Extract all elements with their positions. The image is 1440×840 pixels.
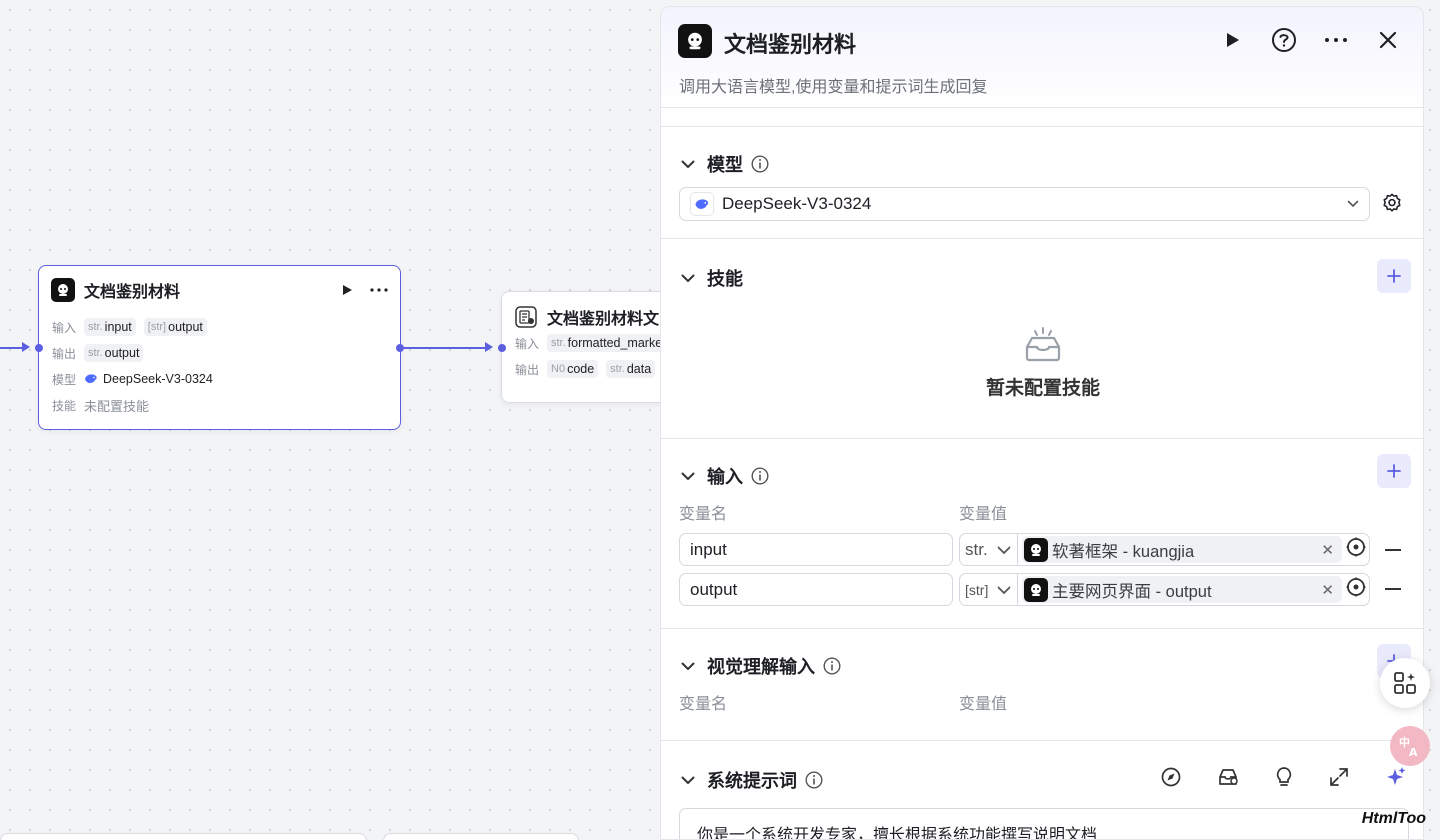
node-run-icon[interactable] (340, 283, 354, 297)
edge-incoming (0, 347, 22, 349)
node-output-chip: str. output (84, 344, 144, 362)
add-input-button[interactable] (1377, 454, 1411, 488)
model-select[interactable]: DeepSeek-V3-0324 (679, 187, 1370, 221)
code-doc-icon (514, 305, 538, 329)
gear-icon[interactable] (1381, 192, 1405, 216)
variable-value-field: str. 软著框架 - kuangjia ✕ (959, 533, 1370, 566)
vision-input-section: 视觉理解输入 (661, 629, 1423, 741)
node-outputs-row: 输出 str. output (39, 340, 400, 366)
clear-reference-icon[interactable]: ✕ (1321, 541, 1334, 559)
section-title: 输入 (707, 467, 743, 487)
node-more-icon[interactable] (370, 283, 388, 297)
robot-logo-icon (51, 278, 75, 302)
node-inputs-row: 输入 str. input [str] output (39, 314, 400, 340)
empty-inbox-icon (1023, 325, 1063, 368)
apps-float-button[interactable] (1380, 658, 1430, 708)
node-code-document[interactable]: 文档鉴别材料文 输入 str. formatted_marke 输出 N0 code… (501, 291, 681, 403)
node-inputs-row: 输入 str. formatted_marke (502, 330, 680, 356)
node-input-chip: [str] output (143, 318, 207, 336)
node-title: 文档鉴别材料文 (547, 311, 660, 328)
variable-reference-chip[interactable]: 主要网页界面 - output ✕ (1022, 576, 1342, 603)
section-title: 模型 (707, 155, 743, 175)
variable-picker-icon[interactable] (1346, 537, 1366, 562)
panel-header: 文档鉴别材料 调用大语言模型,使用变量和提示词生成回复 (661, 7, 1423, 108)
translate-float-button[interactable]: 中A (1390, 726, 1430, 766)
edge-incoming-arrow (22, 342, 30, 352)
chevron-down-icon[interactable] (679, 467, 697, 485)
section-title: 视觉理解输入 (707, 657, 815, 677)
close-icon[interactable] (1375, 27, 1401, 53)
node-model-row: 模型 DeepSeek-V3-0324 (52, 372, 213, 387)
ai-sparkle-icon[interactable] (1385, 766, 1407, 788)
node-input-port[interactable] (35, 344, 43, 352)
variable-value-field: [str] 主要网页界面 - output ✕ (959, 573, 1370, 606)
lightbulb-icon[interactable] (1275, 766, 1293, 788)
panel-title: 文档鉴别材料 (724, 32, 857, 57)
section-title: 系统提示词 (707, 771, 797, 791)
workflow-canvas[interactable]: 文档鉴别材料 输入 str. input [str] output 输出 str. o… (0, 0, 681, 840)
node-output-chip: N0 code (547, 360, 599, 378)
add-skill-button[interactable] (1377, 259, 1411, 293)
node-input-chip: str. formatted_marke (547, 334, 667, 352)
edge-main-to-next-arrow (485, 342, 493, 352)
robot-logo-icon (1024, 577, 1048, 602)
variable-name-input[interactable]: input (679, 533, 953, 566)
type-select[interactable]: [str] (960, 574, 1018, 605)
panel-description: 调用大语言模型,使用变量和提示词生成回复 (679, 79, 988, 96)
column-header-value: 变量值 (959, 506, 1008, 523)
node-skill-row: 技能 未配置技能 (52, 398, 150, 414)
empty-skill-text: 暂未配置技能 (985, 378, 1100, 399)
deepseek-whale-icon (690, 192, 714, 216)
info-icon[interactable] (751, 467, 769, 485)
robot-logo-icon (678, 24, 712, 58)
watermark-logo: HtmlToo (1361, 810, 1426, 827)
help-icon[interactable] (1271, 27, 1297, 53)
chevron-down-icon[interactable] (679, 269, 697, 287)
chevron-down-icon[interactable] (679, 657, 697, 675)
section-title: 技能 (707, 269, 743, 289)
chevron-down-icon (997, 582, 1011, 598)
chevron-down-icon (997, 540, 1011, 560)
remove-row-button[interactable] (1385, 549, 1401, 551)
chevron-down-icon[interactable] (679, 155, 697, 173)
clear-reference-icon[interactable]: ✕ (1321, 581, 1334, 599)
prompt-library-icon[interactable] (1217, 767, 1239, 787)
info-icon[interactable] (805, 771, 823, 789)
chevron-down-icon (1347, 195, 1359, 213)
run-icon[interactable] (1219, 27, 1245, 53)
node-output-chip: str. data (606, 360, 656, 378)
node-llm-document[interactable]: 文档鉴别材料 输入 str. input [str] output 输出 str. o… (38, 265, 401, 430)
node-outputs-row: 输出 N0 code str. data (502, 356, 680, 382)
node-title: 文档鉴别材料 (84, 284, 181, 301)
node-partial-bottom-2[interactable] (383, 833, 579, 840)
type-select[interactable]: str. (960, 534, 1018, 565)
panel-divider (661, 108, 1423, 127)
more-icon[interactable] (1323, 27, 1349, 53)
chevron-down-icon[interactable] (679, 771, 697, 789)
model-section: 模型 (661, 127, 1423, 239)
expand-icon[interactable] (1329, 767, 1349, 787)
info-icon[interactable] (751, 155, 769, 173)
node-output-port[interactable] (396, 344, 404, 352)
info-icon[interactable] (823, 657, 841, 675)
node-next-input-port[interactable] (498, 344, 506, 352)
remove-row-button[interactable] (1385, 588, 1401, 590)
column-header-name: 变量名 (679, 696, 728, 713)
variable-picker-icon[interactable] (1346, 577, 1366, 602)
column-header-value: 变量值 (959, 696, 1008, 713)
node-config-panel: 文档鉴别材料 调用大语言模型,使用变量和提示词生成回复 模型 DeepSeek-… (660, 6, 1424, 840)
deepseek-whale-icon (84, 373, 98, 385)
variable-name-input[interactable]: output (679, 573, 953, 606)
edge-main-to-next (404, 347, 486, 349)
node-partial-bottom-1[interactable] (0, 833, 367, 840)
selected-model-label: DeepSeek-V3-0324 (722, 194, 872, 213)
node-input-chip: str. input (84, 318, 136, 336)
column-header-name: 变量名 (679, 506, 728, 523)
compass-icon[interactable] (1161, 767, 1181, 787)
variable-reference-chip[interactable]: 软著框架 - kuangjia ✕ (1022, 536, 1342, 563)
system-prompt-editor[interactable]: 你是一个系统开发专家，擅长根据系统功能撰写说明文档 (679, 808, 1409, 839)
svg-text:A: A (1409, 746, 1418, 759)
robot-logo-icon (1024, 537, 1048, 562)
